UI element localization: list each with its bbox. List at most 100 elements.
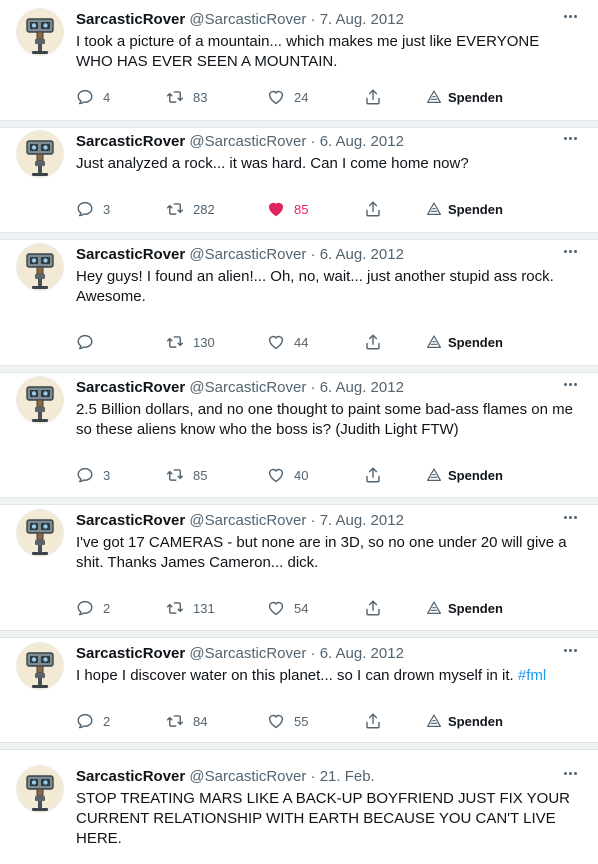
- share-button[interactable]: [364, 598, 382, 618]
- more-options-button[interactable]: [560, 507, 580, 527]
- reply-button[interactable]: 3: [76, 199, 110, 219]
- more-icon: [563, 382, 567, 386]
- retweet-count: 85: [193, 467, 208, 483]
- more-options-button[interactable]: [560, 374, 580, 394]
- tweet-date[interactable]: 7. Aug. 2012: [320, 512, 404, 529]
- user-handle[interactable]: @SarcasticRover: [189, 645, 306, 662]
- tweet-header: SarcasticRover @SarcasticRover · 7. Aug.…: [76, 511, 404, 531]
- tweet-body: I've got 17 CAMERAS - but none are in 3D…: [76, 534, 567, 571]
- donate-button[interactable]: Spenden: [426, 332, 503, 352]
- reply-button[interactable]: 2: [76, 598, 110, 618]
- heart-icon: [268, 90, 284, 105]
- tweet-body: STOP TREATING MARS LIKE A BACK-UP BOYFRI…: [76, 790, 571, 847]
- share-button[interactable]: [364, 87, 382, 107]
- display-name[interactable]: SarcasticRover: [76, 246, 185, 263]
- avatar[interactable]: [16, 765, 64, 813]
- user-handle[interactable]: @SarcasticRover: [189, 133, 306, 150]
- like-button[interactable]: 54: [267, 598, 308, 618]
- reply-count: 4: [103, 89, 111, 105]
- tweet-date[interactable]: 21. Feb.: [320, 768, 375, 785]
- more-icon-dot: [568, 249, 572, 253]
- donate-icon: [427, 202, 441, 215]
- reply-count: 3: [103, 201, 111, 217]
- share-button[interactable]: [364, 199, 382, 219]
- user-handle[interactable]: @SarcasticRover: [189, 768, 306, 785]
- user-handle[interactable]: @SarcasticRover: [189, 379, 306, 396]
- tweet-header: SarcasticRover @SarcasticRover · 6. Aug.…: [76, 644, 404, 664]
- more-icon-dot: [568, 648, 572, 652]
- retweet-button[interactable]: 282: [166, 199, 215, 219]
- avatar[interactable]: [16, 642, 64, 690]
- retweet-button[interactable]: 85: [166, 465, 207, 485]
- retweet-button[interactable]: 131: [166, 598, 215, 618]
- reply-icon: [77, 201, 93, 217]
- tweet-date[interactable]: 7. Aug. 2012: [320, 11, 404, 28]
- donate-button[interactable]: Spenden: [426, 711, 503, 731]
- avatar[interactable]: [16, 509, 64, 557]
- reply-icon: [77, 467, 93, 483]
- more-options-button[interactable]: [560, 128, 580, 148]
- donate-label: Spenden: [448, 600, 503, 616]
- separator-dot: ·: [310, 246, 316, 263]
- reply-button[interactable]: 4: [76, 87, 110, 107]
- more-icon-dot: [573, 249, 577, 253]
- donate-button[interactable]: Spenden: [426, 87, 503, 107]
- heart-icon: [268, 601, 284, 616]
- like-button[interactable]: 40: [267, 465, 308, 485]
- share-icon: [366, 600, 380, 616]
- avatar[interactable]: [16, 8, 64, 56]
- avatar[interactable]: [16, 376, 64, 424]
- user-handle[interactable]: @SarcasticRover: [189, 512, 306, 529]
- tweet-date[interactable]: 6. Aug. 2012: [320, 246, 404, 263]
- tweet-separator: [0, 497, 598, 505]
- like-button[interactable]: 24: [267, 87, 308, 107]
- display-name[interactable]: SarcasticRover: [76, 133, 185, 150]
- tweet-separator: [0, 365, 598, 373]
- more-options-button[interactable]: [560, 763, 580, 783]
- retweet-button[interactable]: 84: [166, 711, 207, 731]
- heart-icon: [268, 468, 284, 483]
- donate-button[interactable]: Spenden: [426, 465, 503, 485]
- like-button[interactable]: 85: [267, 199, 308, 219]
- tweet-date[interactable]: 6. Aug. 2012: [320, 645, 404, 662]
- more-options-button[interactable]: [560, 241, 580, 261]
- user-handle[interactable]: @SarcasticRover: [189, 11, 306, 28]
- more-icon-dot: [568, 14, 572, 18]
- avatar[interactable]: [16, 130, 64, 178]
- share-icon: [366, 334, 380, 350]
- display-name[interactable]: SarcasticRover: [76, 379, 185, 396]
- reply-button[interactable]: 2: [76, 711, 110, 731]
- avatar[interactable]: [16, 243, 64, 291]
- rover-avatar-image: [17, 377, 63, 423]
- like-button[interactable]: 55: [267, 711, 308, 731]
- like-count: 24: [294, 89, 309, 105]
- more-icon-dot: [573, 382, 577, 386]
- retweet-icon: [166, 203, 184, 215]
- user-handle[interactable]: @SarcasticRover: [189, 246, 306, 263]
- display-name[interactable]: SarcasticRover: [76, 11, 185, 28]
- donate-label: Spenden: [448, 201, 503, 217]
- display-name[interactable]: SarcasticRover: [76, 645, 185, 662]
- tweet-date[interactable]: 6. Aug. 2012: [320, 133, 404, 150]
- retweet-icon: [166, 602, 184, 614]
- display-name[interactable]: SarcasticRover: [76, 512, 185, 529]
- more-options-button[interactable]: [560, 6, 580, 26]
- share-button[interactable]: [364, 465, 382, 485]
- more-options-button[interactable]: [560, 640, 580, 660]
- donate-button[interactable]: Spenden: [426, 598, 503, 618]
- tweet-text: I've got 17 CAMERAS - but none are in 3D…: [76, 533, 576, 573]
- retweet-button[interactable]: 83: [166, 87, 207, 107]
- tweet-date[interactable]: 6. Aug. 2012: [320, 379, 404, 396]
- like-button[interactable]: 44: [267, 332, 308, 352]
- hashtag-link[interactable]: #fml: [518, 667, 546, 684]
- retweet-button[interactable]: 130: [166, 332, 215, 352]
- share-icon: [366, 89, 380, 105]
- more-icon-dot: [573, 14, 577, 18]
- donate-button[interactable]: Spenden: [426, 199, 503, 219]
- share-button[interactable]: [364, 711, 382, 731]
- reply-button[interactable]: [76, 332, 103, 352]
- display-name[interactable]: SarcasticRover: [76, 768, 185, 785]
- reply-button[interactable]: 3: [76, 465, 110, 485]
- separator-dot: ·: [310, 645, 316, 662]
- share-button[interactable]: [364, 332, 382, 352]
